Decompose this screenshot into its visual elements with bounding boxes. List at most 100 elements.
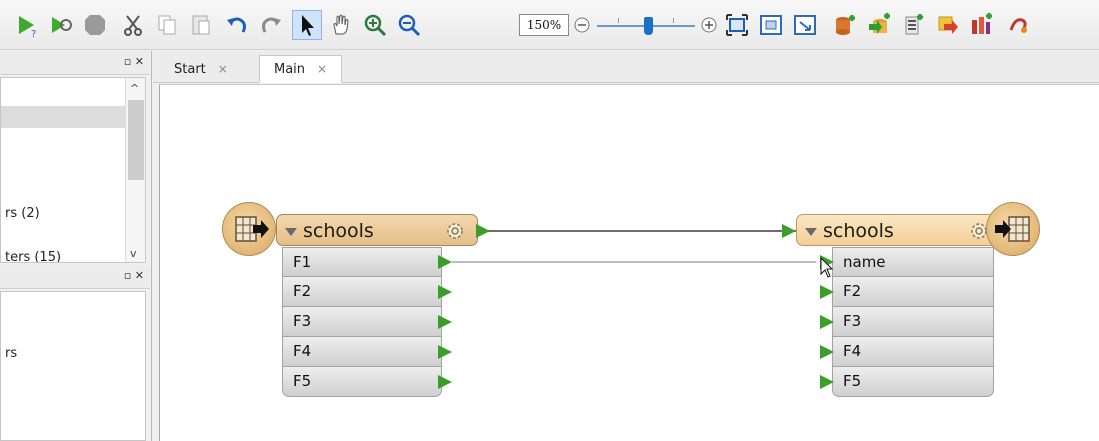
stop-button[interactable]	[80, 10, 110, 40]
writer-attribute-row[interactable]: F3	[832, 307, 994, 337]
select-tool-icon	[302, 15, 314, 36]
left-panel-area: ▫ ✕ rs (2) ters (15) ^ v ▫ ✕ rs	[0, 51, 152, 441]
cut-button[interactable]	[118, 10, 148, 40]
zoom-selection-button[interactable]	[790, 10, 820, 40]
close-icon[interactable]: ×	[317, 62, 327, 76]
list-item[interactable]: ters (15)	[5, 250, 61, 262]
zoom-out-icon	[398, 14, 421, 37]
attribute-input-port-icon[interactable]	[820, 375, 834, 389]
undo-button[interactable]	[222, 10, 252, 40]
panel-float-close-controls[interactable]: ▫ ✕	[124, 55, 144, 68]
feature-connection-line[interactable]	[452, 261, 816, 263]
misc-button[interactable]	[1004, 10, 1034, 40]
attribute-output-port-icon[interactable]	[438, 255, 452, 269]
attribute-label: F2	[843, 282, 862, 300]
run-with-prompt-icon: ?	[19, 16, 36, 38]
add-bookmark-button[interactable]	[932, 10, 962, 40]
zoom-slider-minus-button[interactable]	[571, 10, 593, 40]
reader-type-badge[interactable]	[222, 202, 276, 256]
zoom-slider-plus-button[interactable]	[698, 10, 720, 40]
collapse-triangle-icon[interactable]	[285, 228, 297, 236]
run-icon	[52, 17, 72, 33]
run-button[interactable]	[46, 10, 76, 40]
undo-icon	[227, 17, 246, 33]
redo-button[interactable]	[256, 10, 286, 40]
list-item[interactable]: rs (2)	[5, 206, 40, 221]
zoom-slider-thumb[interactable]	[644, 17, 653, 35]
panel-float-close-controls[interactable]: ▫ ✕	[124, 269, 144, 282]
reader-attribute-row[interactable]: F1	[282, 247, 442, 277]
svg-text:?: ?	[31, 29, 36, 38]
attribute-input-port-icon[interactable]	[820, 345, 834, 359]
copy-button[interactable]	[152, 10, 182, 40]
scrollbar-thumb[interactable]	[128, 100, 144, 180]
zoom-extents-button[interactable]	[756, 10, 786, 40]
attribute-label: F4	[293, 342, 312, 360]
attribute-label: F5	[843, 372, 862, 390]
add-writer-button[interactable]	[864, 10, 894, 40]
top-panel-titlebar: ▫ ✕	[0, 51, 150, 75]
reader-node-header[interactable]: schools	[276, 214, 478, 246]
navigator-list[interactable]: rs (2) ters (15) ^ v	[0, 77, 146, 263]
reader-attribute-row[interactable]: F5	[282, 367, 442, 397]
attribute-output-port-icon[interactable]	[438, 315, 452, 329]
add-transformer-button[interactable]	[898, 10, 928, 40]
zoom-level-field[interactable]: 150%	[519, 14, 569, 36]
attribute-input-port-icon[interactable]	[820, 315, 834, 329]
zoom-in-button[interactable]	[360, 10, 390, 40]
workspace-canvas[interactable]: schools F1 F2 F3 F4 F5 schools name F2 F…	[159, 84, 1099, 441]
attribute-label: F2	[293, 282, 312, 300]
add-annotation-button[interactable]	[966, 10, 996, 40]
tab-main[interactable]: Main ×	[259, 55, 343, 83]
attribute-output-port-icon[interactable]	[438, 375, 452, 389]
select-tool-button[interactable]	[292, 10, 322, 40]
document-tab-bar: Start × Main ×	[153, 51, 1099, 83]
output-port-icon[interactable]	[476, 224, 490, 238]
writer-attribute-row[interactable]: F4	[832, 337, 994, 367]
zoom-to-fit-button[interactable]	[722, 10, 752, 40]
writer-node-header[interactable]: schools	[796, 214, 1008, 246]
zoom-slider-tick	[673, 18, 674, 23]
add-reader-button[interactable]	[830, 10, 860, 40]
collapse-triangle-icon[interactable]	[805, 228, 817, 236]
writer-attribute-row[interactable]: F2	[832, 277, 994, 307]
scroll-up-icon[interactable]: ^	[130, 82, 139, 95]
attribute-input-port-icon[interactable]	[820, 285, 834, 299]
gear-icon[interactable]	[443, 219, 467, 243]
reader-attribute-row[interactable]: F4	[282, 337, 442, 367]
attribute-label: name	[843, 253, 886, 271]
writer-attribute-row[interactable]: name	[832, 247, 994, 277]
attribute-label: F3	[293, 312, 312, 330]
selected-row[interactable]	[1, 106, 125, 128]
paste-button[interactable]	[186, 10, 216, 40]
scroll-down-icon[interactable]: v	[130, 247, 137, 260]
stop-icon	[85, 15, 105, 35]
table-writer-icon	[995, 216, 1030, 242]
attribute-label: F3	[843, 312, 862, 330]
zoom-slider-minus-icon	[574, 17, 590, 33]
redo-icon	[262, 17, 281, 33]
add-writer-icon	[869, 13, 890, 34]
navigator-scrollbar[interactable]: ^ v	[125, 78, 145, 262]
tab-start[interactable]: Start ×	[159, 55, 243, 83]
add-reader-icon	[836, 15, 855, 35]
reader-attribute-row[interactable]: F2	[282, 277, 442, 307]
writer-type-badge[interactable]	[986, 202, 1040, 256]
run-with-prompt-button[interactable]: ?	[12, 10, 42, 40]
connection-line[interactable]	[480, 230, 802, 232]
reader-attribute-row[interactable]: F3	[282, 307, 442, 337]
transformer-gallery-list[interactable]: rs	[0, 291, 146, 441]
zoom-out-button[interactable]	[394, 10, 424, 40]
attribute-output-port-icon[interactable]	[438, 345, 452, 359]
attribute-output-port-icon[interactable]	[438, 285, 452, 299]
close-icon[interactable]: ×	[218, 62, 228, 76]
bottom-panel-titlebar: ▫ ✕	[0, 265, 150, 289]
pan-tool-icon	[333, 14, 349, 35]
writer-attribute-row[interactable]: F5	[832, 367, 994, 397]
input-port-icon[interactable]	[782, 224, 796, 238]
mouse-cursor-icon	[820, 257, 834, 278]
list-item[interactable]: rs	[5, 346, 17, 361]
pan-tool-button[interactable]	[326, 10, 356, 40]
main-toolbar: ? 150%	[0, 0, 1099, 50]
attribute-label: F4	[843, 342, 862, 360]
